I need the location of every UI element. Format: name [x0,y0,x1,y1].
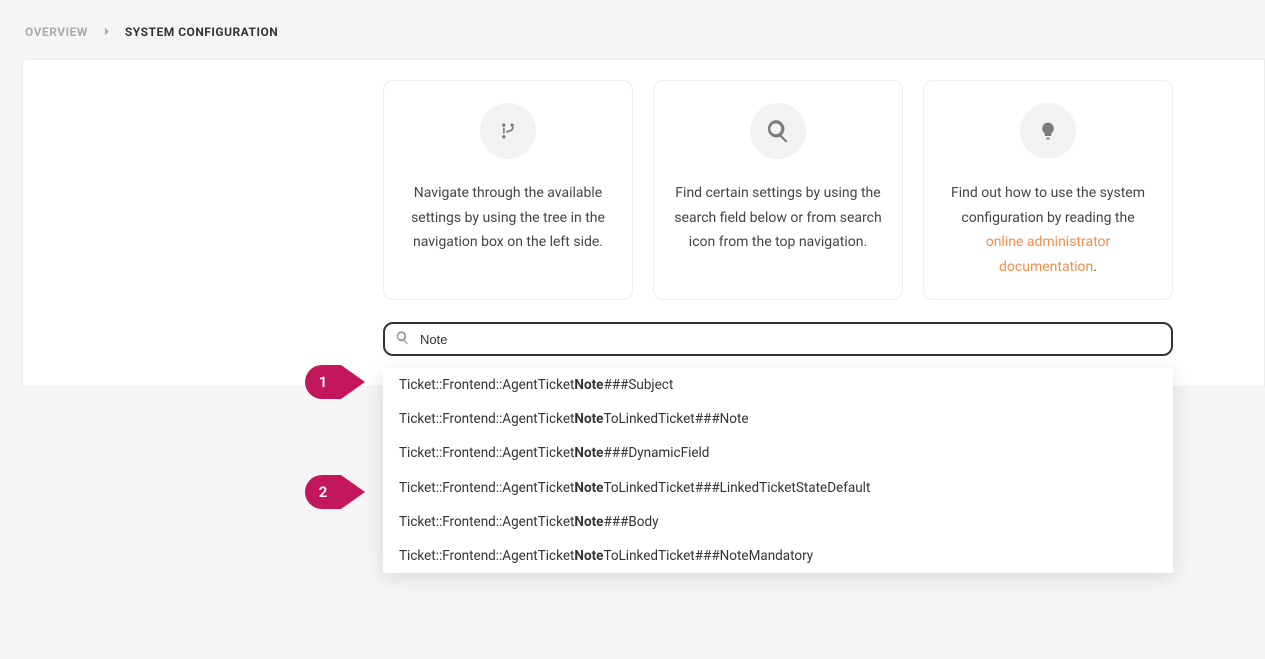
docs-card: Find out how to use the system configura… [923,80,1173,300]
callout-2: 2 [305,475,367,509]
search-dropdown: Ticket::Frontend::AgentTicketNote###Subj… [383,368,1173,573]
lightbulb-icon [1020,103,1076,159]
main-panel: Navigate through the available settings … [22,59,1265,387]
search-result-item[interactable]: Ticket::Frontend::AgentTicketNoteToLinke… [383,471,1173,505]
search-dropdown-list[interactable]: Ticket::Frontend::AgentTicketNote###Subj… [383,368,1173,573]
docs-suffix: . [1093,259,1097,275]
search-icon [395,330,410,349]
search-result-item[interactable]: Ticket::Frontend::AgentTicketNote###Dyna… [383,436,1173,470]
callout-2-tip-icon [341,475,365,509]
search-box[interactable] [383,322,1173,356]
docs-link[interactable]: online administrator documentation [986,234,1111,275]
breadcrumb-current: SYSTEM CONFIGURATION [125,25,278,39]
callout-1-tip-icon [341,365,365,399]
navigate-card: Navigate through the available settings … [383,80,633,300]
callout-1: 1 [305,365,367,399]
search-result-item[interactable]: Ticket::Frontend::AgentTicketNoteToLinke… [383,402,1173,436]
chevron-right-icon [102,25,111,39]
branch-icon [480,103,536,159]
magnify-icon [750,103,806,159]
docs-card-text: Find out how to use the system configura… [944,181,1152,279]
search-card-text: Find certain settings by using the searc… [674,181,882,255]
search-card: Find certain settings by using the searc… [653,80,903,300]
navigate-card-text: Navigate through the available settings … [404,181,612,255]
callout-1-label: 1 [305,365,341,399]
callout-2-label: 2 [305,475,341,509]
search-result-item[interactable]: Ticket::Frontend::AgentTicketNote###Subj… [383,368,1173,402]
breadcrumb-overview[interactable]: OVERVIEW [25,25,88,39]
breadcrumb: OVERVIEW SYSTEM CONFIGURATION [0,0,1265,59]
search-result-item[interactable]: Ticket::Frontend::AgentTicketNote###Body [383,505,1173,539]
search-result-item[interactable]: Ticket::Frontend::AgentTicketNoteToLinke… [383,539,1173,573]
search-input[interactable] [418,331,1161,348]
docs-prefix: Find out how to use the system configura… [951,185,1145,226]
info-cards-row: Navigate through the available settings … [383,80,1264,300]
search-wrap: Ticket::Frontend::AgentTicketNote###Subj… [383,322,1173,356]
